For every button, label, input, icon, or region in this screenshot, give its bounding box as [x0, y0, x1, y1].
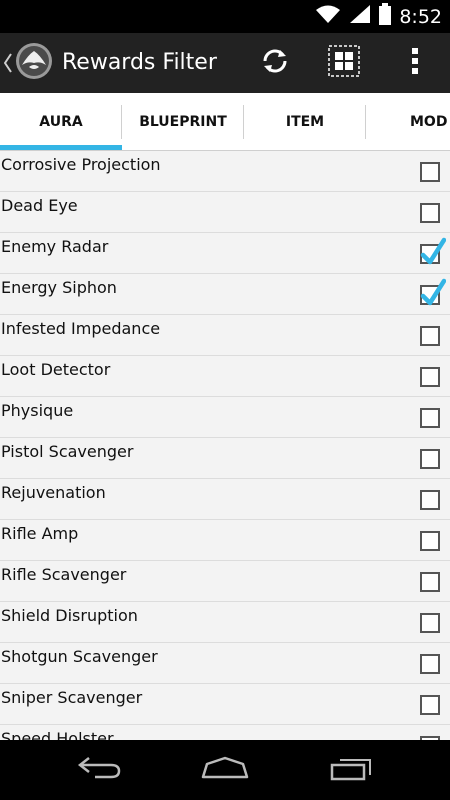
system-nav-bar	[0, 740, 450, 800]
list-item-label: Enemy Radar	[1, 237, 109, 256]
status-bar: 8:52	[0, 0, 450, 33]
wifi-icon	[315, 4, 341, 29]
list-item-label: Dead Eye	[1, 196, 78, 215]
list-item-label: Sniper Scavenger	[1, 688, 143, 707]
list-item-checkbox[interactable]	[420, 278, 446, 306]
list-item[interactable]: Speed Holster	[0, 725, 450, 740]
list-item-label: Physique	[1, 401, 74, 420]
status-time: 8:52	[399, 5, 442, 28]
tab-mod[interactable]: MOD	[366, 93, 450, 150]
tab-label: ITEM	[285, 114, 325, 130]
list-item[interactable]: Shield Disruption	[0, 602, 450, 643]
list-item-checkbox[interactable]	[420, 531, 440, 551]
list-item-label: Loot Detector	[1, 360, 111, 379]
checkmark-icon	[420, 237, 446, 265]
checkmark-icon	[420, 278, 446, 306]
list-item[interactable]: Sniper Scavenger	[0, 684, 450, 725]
list-item-checkbox[interactable]	[420, 326, 440, 346]
status-icons: 8:52	[315, 0, 442, 33]
overflow-menu-button[interactable]	[391, 39, 439, 87]
list-item-checkbox[interactable]	[420, 654, 440, 674]
home-icon	[200, 756, 250, 785]
list-item-label: Corrosive Projection	[1, 155, 161, 174]
list-item-label: Infested Impedance	[1, 319, 161, 338]
battery-icon	[379, 3, 392, 30]
list-item[interactable]: Physique	[0, 397, 450, 438]
list-item-label: Pistol Scavenger	[1, 442, 134, 461]
action-bar-title: Rewards Filter	[62, 50, 217, 75]
list-item-checkbox[interactable]	[420, 490, 440, 510]
overflow-menu-icon	[411, 47, 419, 80]
up-navigation-button[interactable]	[0, 33, 56, 93]
list-item-label: Shotgun Scavenger	[1, 647, 158, 666]
list-item[interactable]: Rifle Amp	[0, 520, 450, 561]
select-all-icon	[328, 44, 360, 82]
list-item-label: Rejuvenation	[1, 483, 106, 502]
tab-strip: AURA BLUEPRINT ITEM MOD	[0, 93, 450, 151]
select-all-button[interactable]	[320, 39, 368, 87]
selected-tab-indicator	[0, 145, 122, 150]
tab-label: AURA	[39, 114, 83, 130]
list-item-label: Speed Holster	[1, 729, 114, 740]
back-icon	[77, 756, 123, 785]
refresh-button[interactable]	[251, 39, 299, 87]
list-item-checkbox[interactable]	[420, 572, 440, 592]
list-item[interactable]: Dead Eye	[0, 192, 450, 233]
tab-aura[interactable]: AURA	[0, 93, 122, 150]
home-button[interactable]	[180, 740, 270, 800]
app-logo-icon	[14, 41, 54, 86]
list-item[interactable]: Shotgun Scavenger	[0, 643, 450, 684]
list-item[interactable]: Corrosive Projection	[0, 151, 450, 192]
aura-list[interactable]: Corrosive Projection Dead Eye Enemy Rada…	[0, 151, 450, 740]
tab-label: MOD	[410, 114, 448, 130]
list-item-checkbox[interactable]	[420, 203, 440, 223]
list-item-checkbox[interactable]	[420, 408, 440, 428]
list-item[interactable]: Infested Impedance	[0, 315, 450, 356]
list-item[interactable]: Energy Siphon	[0, 274, 450, 315]
list-item[interactable]: Enemy Radar	[0, 233, 450, 274]
list-item-label: Shield Disruption	[1, 606, 138, 625]
list-item[interactable]: Rifle Scavenger	[0, 561, 450, 602]
action-bar: Rewards Filter	[0, 33, 450, 93]
list-item-label: Rifle Scavenger	[1, 565, 127, 584]
list-item-checkbox[interactable]	[420, 613, 440, 633]
tab-blueprint[interactable]: BLUEPRINT	[122, 93, 244, 150]
signal-icon	[349, 4, 371, 29]
list-item[interactable]: Pistol Scavenger	[0, 438, 450, 479]
list-item[interactable]: Rejuvenation	[0, 479, 450, 520]
tab-label: BLUEPRINT	[139, 114, 227, 130]
tab-item[interactable]: ITEM	[244, 93, 366, 150]
back-button[interactable]	[55, 740, 145, 800]
list-item-checkbox[interactable]	[420, 695, 440, 715]
list-item-label: Energy Siphon	[1, 278, 117, 297]
recent-apps-button[interactable]	[306, 740, 396, 800]
up-arrow-icon	[3, 53, 12, 78]
list-item-checkbox[interactable]	[420, 367, 440, 387]
list-item-checkbox[interactable]	[420, 237, 446, 265]
list-item-label: Rifle Amp	[1, 524, 79, 543]
refresh-icon	[259, 45, 291, 82]
list-item[interactable]: Loot Detector	[0, 356, 450, 397]
list-item-checkbox[interactable]	[420, 449, 440, 469]
recent-apps-icon	[328, 755, 374, 786]
list-item-checkbox[interactable]	[420, 162, 440, 182]
